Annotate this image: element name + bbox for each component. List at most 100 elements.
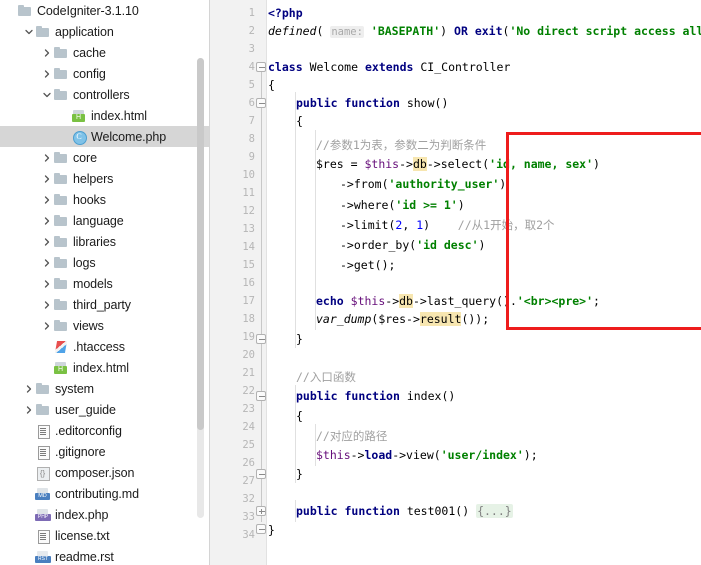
tree-item-gitignore[interactable]: .gitignore [0,441,210,462]
code-line-8[interactable]: //参数1为表，参数二为判断条件 [316,136,486,154]
code-line-25[interactable]: } [296,465,303,483]
tree-item-hooks[interactable]: hooks [0,189,210,210]
fold-expand-icon[interactable] [256,506,266,516]
code-line-7[interactable]: { [296,112,303,130]
folded-code-region[interactable]: {...} [476,504,513,518]
code-line-22[interactable]: { [296,407,303,425]
code-line-18[interactable]: } [296,330,303,348]
tree-item-third-party[interactable]: third_party [0,294,210,315]
code-line-17[interactable]: var_dump($res->result()); [316,310,489,328]
code-line-4[interactable]: class Welcome extends CI_Controller [268,58,510,76]
tree-item-language[interactable]: language [0,210,210,231]
line-number: 12 [242,205,255,217]
htaccess-file-icon [53,339,69,355]
chevron-right-icon[interactable] [22,384,35,393]
tree-item-index-php[interactable]: index.php [0,504,210,525]
tree-item-welcome-php[interactable]: Welcome.php [0,126,210,147]
code-line-14[interactable]: ->get(); [340,256,395,274]
function-keyword: function [344,96,400,110]
sidebar-scrollbar-thumb[interactable] [197,58,204,430]
text-file-icon [35,528,51,544]
tree-item-editorconfig[interactable]: .editorconfig [0,420,210,441]
chevron-right-icon[interactable] [40,279,53,288]
chevron-right-icon[interactable] [40,237,53,246]
code-line-11[interactable]: ->where('id >= 1') [340,196,465,214]
tree-item-cache[interactable]: cache [0,42,210,63]
fold-collapse-icon[interactable] [256,334,266,344]
tree-item-contributing-md[interactable]: contributing.md [0,483,210,504]
chevron-down-icon[interactable] [22,28,35,36]
code-line-5[interactable]: { [268,76,275,94]
class-keyword: class [268,60,303,74]
code-line-12[interactable]: ->limit(2, 1) //从1开始，取2个 [340,216,555,234]
code-line-20[interactable]: //入口函数 [296,368,356,386]
code-line-1[interactable]: <?php [268,4,303,22]
tree-item-label: cache [73,45,106,60]
code-line-21[interactable]: public function index() [296,387,455,405]
code-line-27[interactable]: public function test001() {...} [296,502,513,520]
code-line-2[interactable]: defined( name: 'BASEPATH') OR exit('No d… [268,22,701,40]
line-number: 19 [242,331,255,343]
code-line-6[interactable]: public function show() [296,94,448,112]
tree-item-models[interactable]: models [0,273,210,294]
chevron-right-icon[interactable] [40,321,53,330]
tree-item-views[interactable]: views [0,315,210,336]
chevron-right-icon[interactable] [40,69,53,78]
chevron-right-icon[interactable] [40,174,53,183]
code-line-10[interactable]: ->from('authority_user') [340,175,506,193]
code-line-9[interactable]: $res = $this->db->select('id, name, sex'… [316,155,600,173]
tree-item-system[interactable]: system [0,378,210,399]
chevron-right-icon[interactable] [40,48,53,57]
chevron-right-icon[interactable] [40,258,53,267]
fold-collapse-icon[interactable] [256,62,266,72]
folder-icon [35,381,51,397]
project-tree[interactable]: CodeIgniter-3.1.10 application cache config… [0,0,210,565]
tree-item-index-html[interactable]: index.html [0,357,210,378]
chevron-right-icon[interactable] [40,300,53,309]
tree-root-item[interactable]: CodeIgniter-3.1.10 [0,0,210,21]
line-number-gutter: 1 2 3 4 5 6 7 8 9 10 11 12 13 14 15 16 17 18 19 20 21 22 23 24 2… [210,0,255,565]
fold-collapse-icon[interactable] [256,524,266,534]
chevron-down-icon[interactable] [40,91,53,99]
fold-collapse-icon[interactable] [256,469,266,479]
project-tree-panel[interactable]: CodeIgniter-3.1.10 application cache config… [0,0,210,565]
tree-item-helpers[interactable]: helpers [0,168,210,189]
tree-item-label: hooks [73,192,106,207]
fold-collapse-icon[interactable] [256,391,266,401]
code-line-16[interactable]: echo $this->db->last_query().'<br><pre>'… [316,292,600,310]
chevron-right-icon[interactable] [40,153,53,162]
code-line-13[interactable]: ->order_by('id desc') [340,236,485,254]
method-name-index: index [406,389,442,403]
line-number: 11 [242,187,255,199]
tree-item-libraries[interactable]: libraries [0,231,210,252]
code-line-32[interactable]: } [268,521,275,539]
tree-item-label: language [73,213,124,228]
tree-item-readme-rst[interactable]: readme.rst [0,546,210,565]
param-hint-name: name: [330,26,364,38]
folder-icon [35,402,51,418]
tree-item-license-txt[interactable]: license.txt [0,525,210,546]
tree-item-user-guide[interactable]: user_guide [0,399,210,420]
code-line-24[interactable]: $this->load->view('user/index'); [316,446,538,464]
line-number: 21 [242,367,255,379]
chevron-right-icon[interactable] [22,405,35,414]
folder-icon [53,318,69,334]
tree-item-composer-json[interactable]: composer.json [0,462,210,483]
code-line-23[interactable]: //对应的路径 [316,427,387,445]
tree-item-application[interactable]: application [0,21,210,42]
code-content[interactable]: <?php defined( name: 'BASEPATH') OR exit… [268,0,701,565]
tree-item-logs[interactable]: logs [0,252,210,273]
sidebar-scrollbar-track[interactable] [197,58,204,518]
public-keyword: public [296,96,338,110]
folder-icon [53,171,69,187]
tree-item-core[interactable]: core [0,147,210,168]
fold-collapse-icon[interactable] [256,98,266,108]
tree-item-index-html[interactable]: index.html [0,105,210,126]
chevron-right-icon[interactable] [40,216,53,225]
tree-item-controllers[interactable]: controllers [0,84,210,105]
tree-item-config[interactable]: config [0,63,210,84]
tree-item-htaccess[interactable]: .htaccess [0,336,210,357]
code-editor[interactable]: 1 2 3 4 5 6 7 8 9 10 11 12 13 14 15 16 17 18 19 20 21 22 23 24 2… [210,0,701,565]
indent-guide [315,130,316,330]
chevron-right-icon[interactable] [40,195,53,204]
